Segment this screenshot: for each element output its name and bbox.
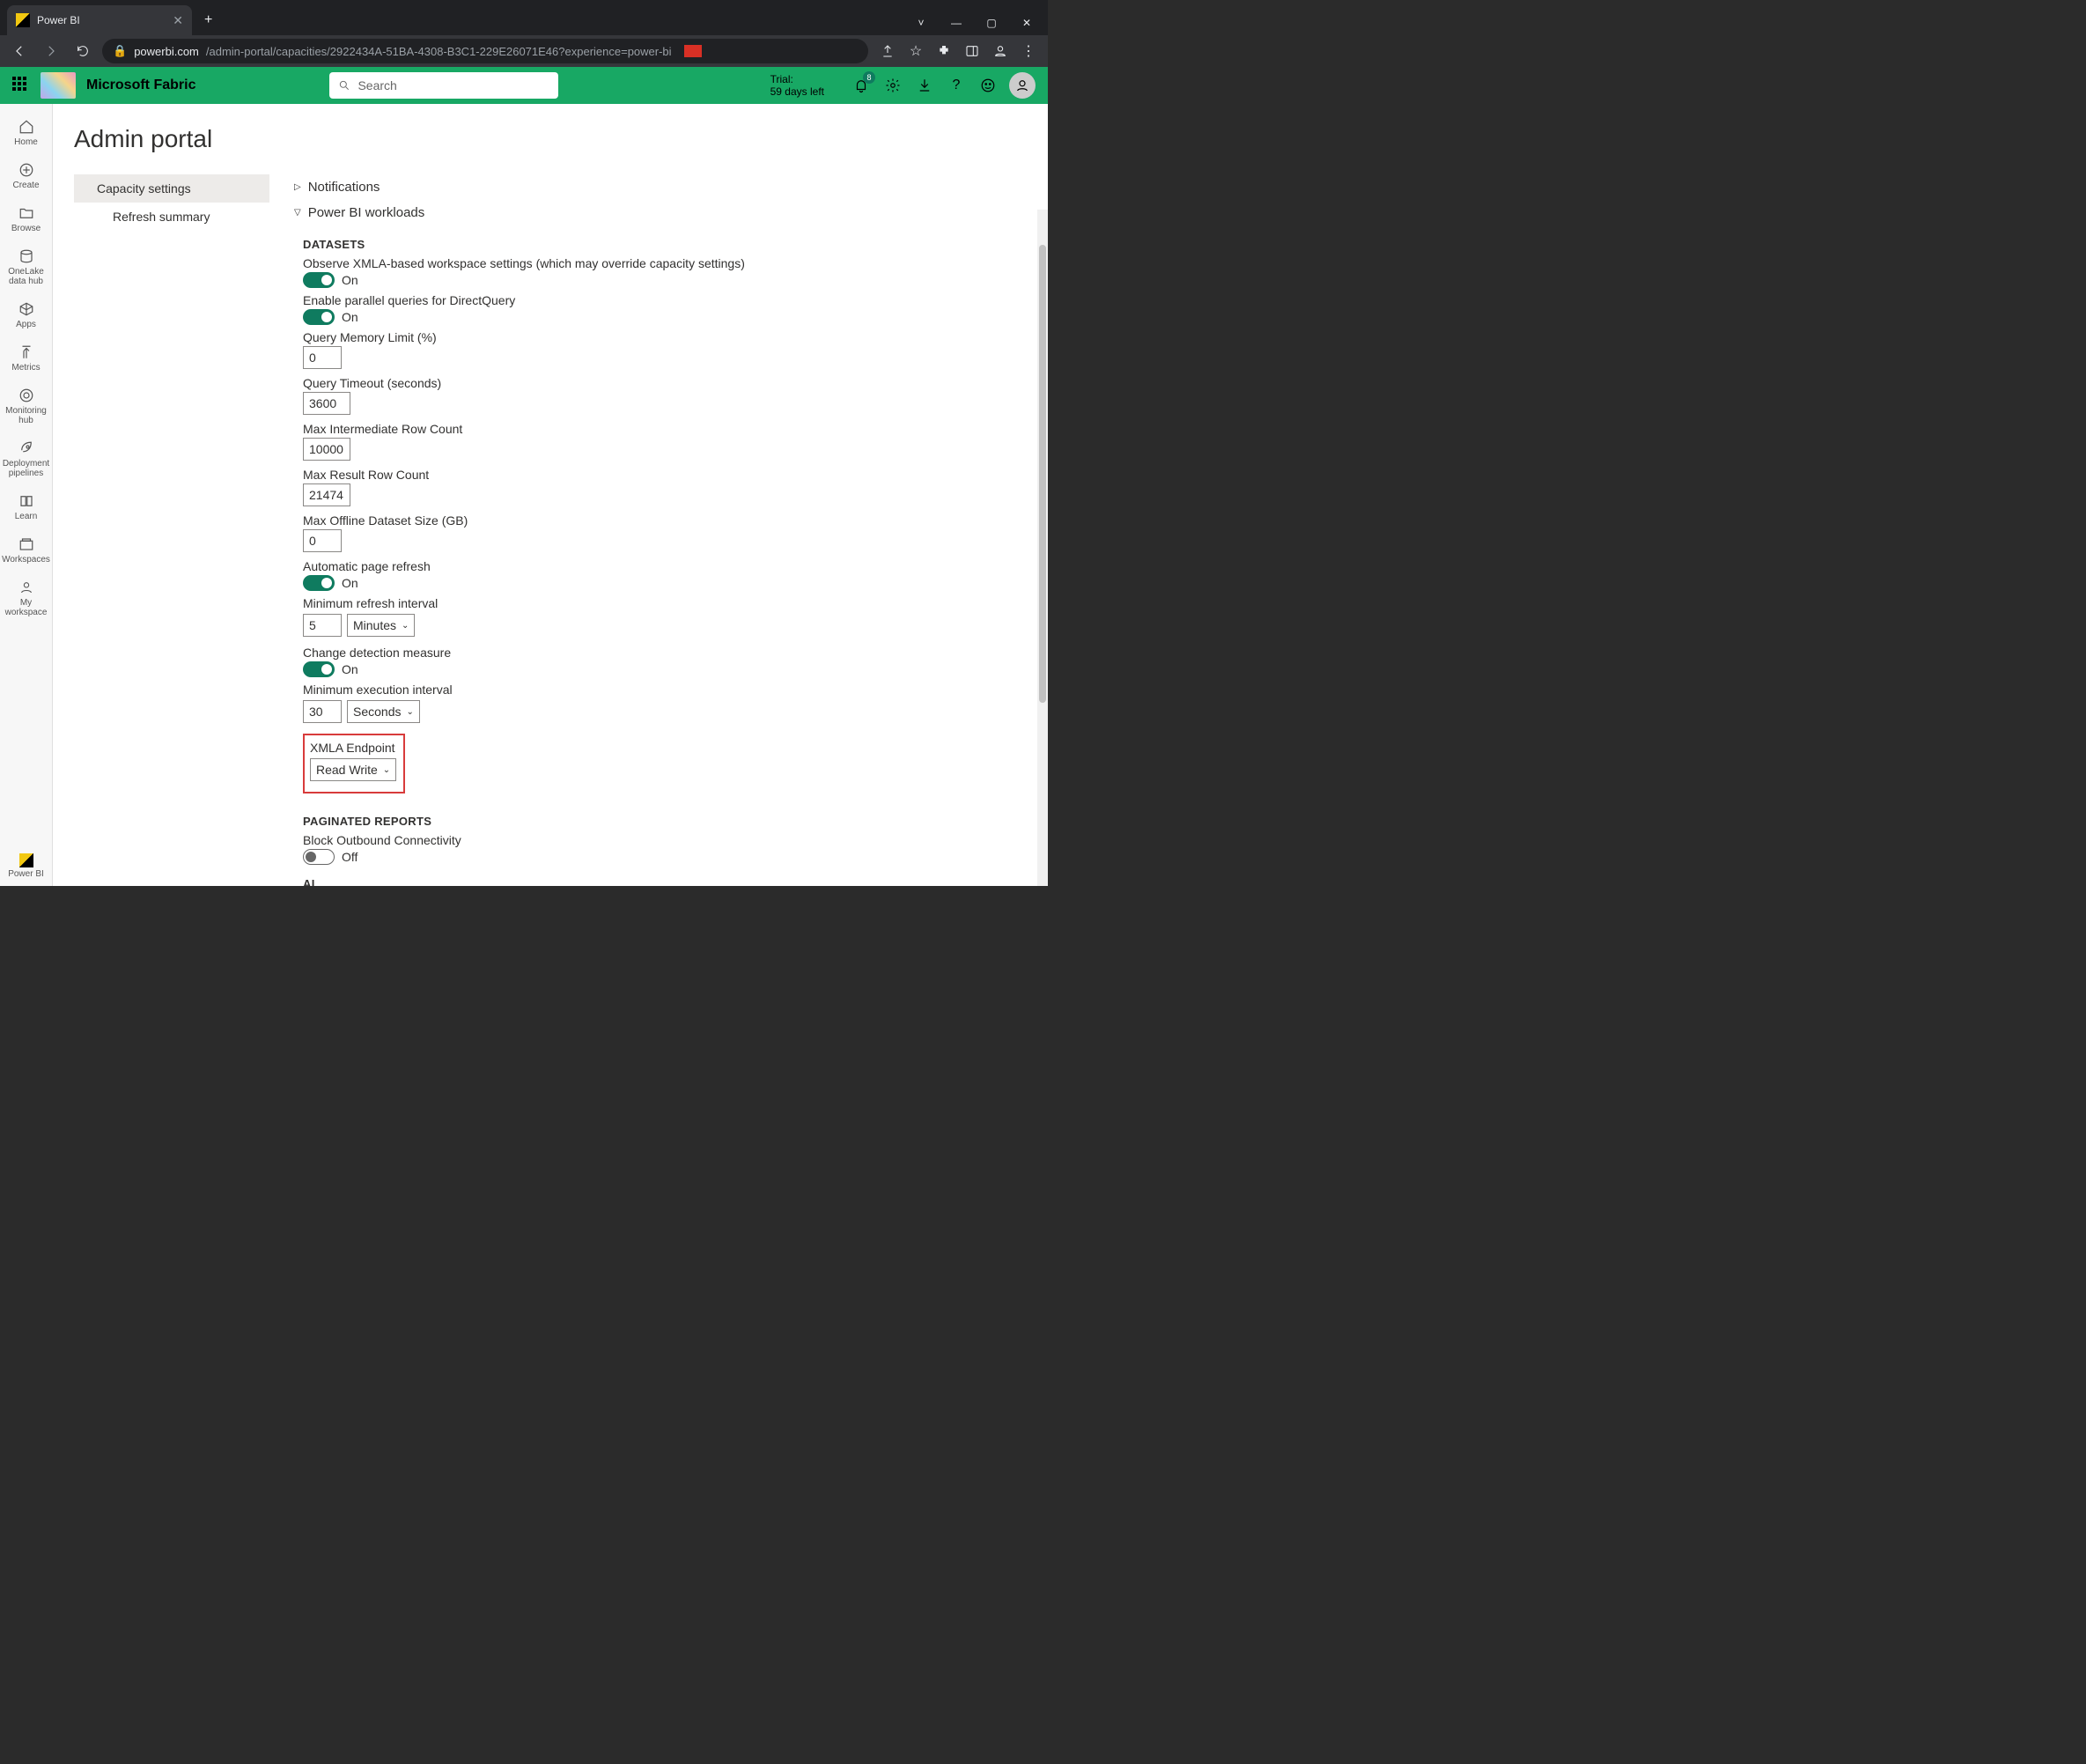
back-icon[interactable] [7,39,32,63]
left-nav: Home Create Browse OneLake data hub Apps… [0,104,53,886]
toggle-parallel-dq[interactable] [303,309,335,325]
chevron-down-icon: ⌄ [406,707,413,717]
powerbi-favicon [16,13,30,27]
chevron-down-icon: ▽ [294,208,301,218]
page-title: Admin portal [74,125,1048,153]
nav-browse[interactable]: Browse [0,199,53,240]
nav-deployment[interactable]: Deployment pipelines [0,434,53,485]
select-min-exec-unit[interactable]: Seconds⌄ [347,700,420,723]
input-max-result[interactable]: 21474 [303,483,350,506]
fabric-logo [41,72,76,99]
feedback-icon[interactable] [977,75,999,96]
share-icon[interactable] [875,39,900,63]
sidebar-item-refresh[interactable]: Refresh summary [74,203,269,231]
input-max-offline[interactable]: 0 [303,529,342,552]
input-query-mem[interactable]: 0 [303,346,342,369]
label-min-refresh: Minimum refresh interval [303,596,1037,610]
nav-workspaces[interactable]: Workspaces [0,530,53,572]
select-min-refresh-unit[interactable]: Minutes⌄ [347,614,415,637]
address-bar: 🔒 powerbi.com/admin-portal/capacities/29… [0,35,1048,67]
url-domain: powerbi.com [134,45,199,58]
label-max-offline: Max Offline Dataset Size (GB) [303,513,1037,528]
browser-tab[interactable]: Power BI ✕ [7,5,192,35]
browser-titlebar: Power BI ✕ + ˅ ― ▢ ✕ [0,0,1048,35]
tab-title: Power BI [37,14,80,26]
input-max-inter[interactable]: 10000 [303,438,350,461]
settings-icon[interactable] [882,75,903,96]
nav-myworkspace[interactable]: My workspace [0,573,53,624]
close-tab-icon[interactable]: ✕ [173,13,183,28]
reload-icon[interactable] [70,39,95,63]
nav-apps[interactable]: Apps [0,295,53,336]
toggle-observe-xmla[interactable] [303,272,335,288]
label-max-result: Max Result Row Count [303,468,1037,482]
settings-panel: ▷Notifications ▽Power BI workloads DATAS… [269,174,1048,886]
section-paginated: PAGINATED REPORTS [303,815,1037,828]
label-auto-refresh: Automatic page refresh [303,559,1037,573]
profile-icon[interactable] [988,39,1013,63]
label-block-outbound: Block Outbound Connectivity [303,833,1037,847]
chevron-down-icon: ⌄ [383,765,390,775]
url-field[interactable]: 🔒 powerbi.com/admin-portal/capacities/29… [102,39,868,63]
window-maximize[interactable]: ▢ [976,11,1007,35]
notifications-icon[interactable]: 8 [851,75,872,96]
chevron-down-icon: ⌄ [402,621,409,631]
nav-create[interactable]: Create [0,156,53,197]
toggle-block-outbound[interactable] [303,849,335,865]
nav-home[interactable]: Home [0,113,53,154]
nav-onelake[interactable]: OneLake data hub [0,242,53,293]
nav-monitoring[interactable]: Monitoring hub [0,381,53,432]
nav-powerbi[interactable]: Power BI [0,848,53,886]
label-query-timeout: Query Timeout (seconds) [303,376,1037,390]
app-launcher-icon[interactable] [12,77,30,94]
label-xmla: XMLA Endpoint [310,741,396,755]
input-query-timeout[interactable]: 3600 [303,392,350,415]
scrollbar-thumb[interactable] [1039,245,1046,703]
nav-learn[interactable]: Learn [0,487,53,528]
label-max-inter: Max Intermediate Row Count [303,422,1037,436]
trial-status: Trial: 59 days left [770,73,824,99]
scrollbar[interactable] [1037,210,1048,886]
expander-notifications[interactable]: ▷Notifications [294,174,1037,200]
url-path: /admin-portal/capacities/2922434A-51BA-4… [206,45,672,58]
label-observe-xmla: Observe XMLA-based workspace settings (w… [303,256,1037,270]
fabric-header: Microsoft Fabric Search Trial: 59 days l… [0,67,1048,104]
window-close[interactable]: ✕ [1011,11,1043,35]
window-minimize[interactable]: ― [940,11,972,35]
chevron-right-icon: ▷ [294,182,301,192]
kebab-menu-icon[interactable]: ⋮ [1016,39,1041,63]
new-tab-button[interactable]: + [204,12,212,28]
toggle-change-detection[interactable] [303,661,335,677]
input-min-refresh[interactable]: 5 [303,614,342,637]
sidebar: Capacity settings Refresh summary [74,174,269,886]
nav-metrics[interactable]: Metrics [0,338,53,380]
url-redacted-block [684,45,702,57]
lock-icon: 🔒 [113,44,127,58]
bookmark-icon[interactable]: ☆ [903,39,928,63]
download-icon[interactable] [914,75,935,96]
label-min-exec: Minimum execution interval [303,683,1037,697]
side-panel-icon[interactable] [960,39,984,63]
search-placeholder: Search [357,78,396,92]
sidebar-item-capacity[interactable]: Capacity settings [74,174,269,203]
expander-workloads[interactable]: ▽Power BI workloads [294,200,1037,225]
avatar[interactable] [1009,72,1036,99]
search-input[interactable]: Search [329,72,558,99]
input-min-exec[interactable]: 30 [303,700,342,723]
toggle-auto-refresh[interactable] [303,575,335,591]
help-icon[interactable]: ? [946,75,967,96]
window-dropdown-icon[interactable]: ˅ [905,11,937,35]
search-icon [338,79,350,92]
brand-label: Microsoft Fabric [86,77,195,93]
label-query-mem: Query Memory Limit (%) [303,330,1037,344]
forward-icon[interactable] [39,39,63,63]
section-ai: AI [303,877,1037,886]
label-parallel-dq: Enable parallel queries for DirectQuery [303,293,1037,307]
label-change-detection: Change detection measure [303,646,1037,660]
xmla-highlight: XMLA Endpoint Read Write⌄ [303,734,405,793]
select-xmla[interactable]: Read Write⌄ [310,758,396,781]
section-datasets: DATASETS [303,238,1037,251]
extensions-icon[interactable] [932,39,956,63]
notification-badge: 8 [863,71,875,84]
